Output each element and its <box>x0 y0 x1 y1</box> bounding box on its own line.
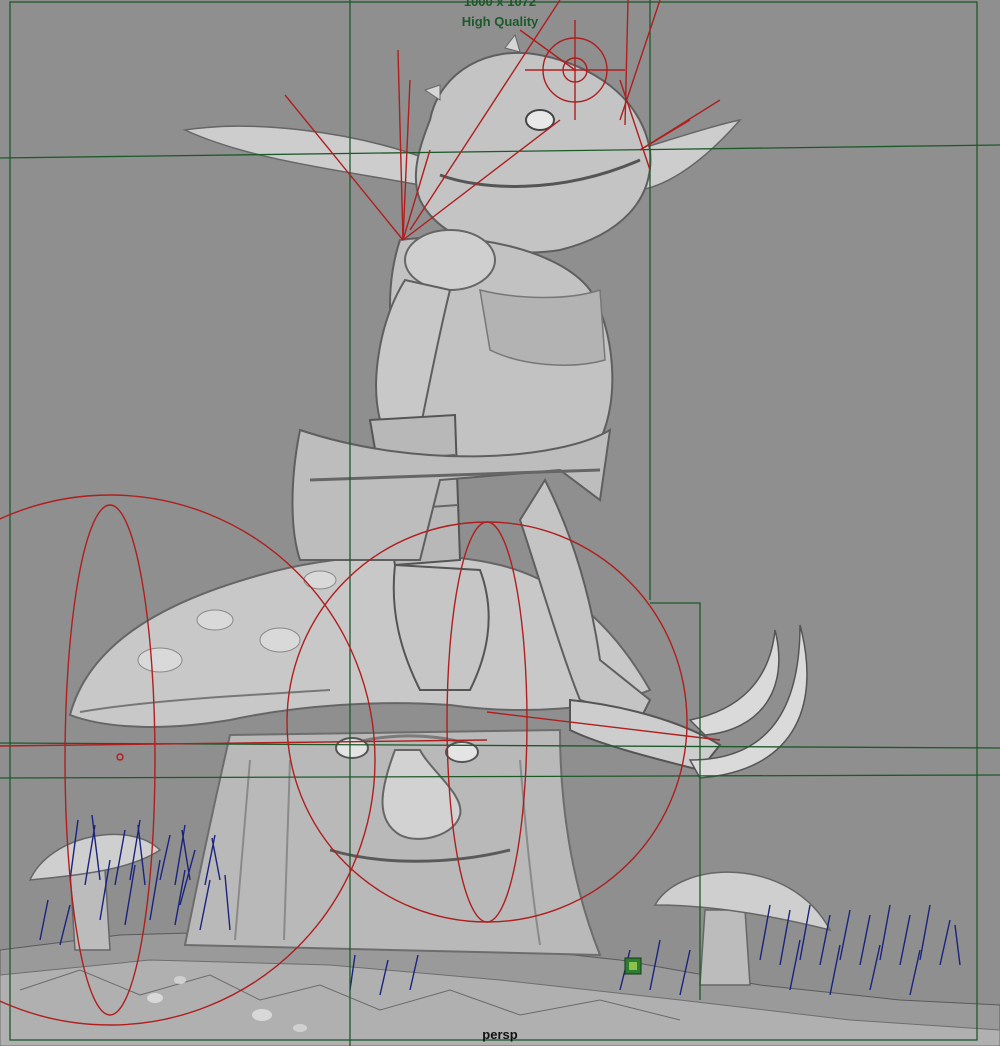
mushroom-stem <box>183 728 602 957</box>
resolution-gate-label: 1000 x 1072 <box>463 0 537 9</box>
scene-canvas[interactable] <box>0 0 1000 1046</box>
camera-name-label: persp <box>482 1027 518 1042</box>
quality-mode-label: High Quality <box>461 14 539 29</box>
small-mushroom-right <box>653 871 832 986</box>
locator-icon <box>624 957 642 975</box>
perspective-viewport[interactable]: 1000 x 1072 High Quality persp <box>0 0 1000 1046</box>
